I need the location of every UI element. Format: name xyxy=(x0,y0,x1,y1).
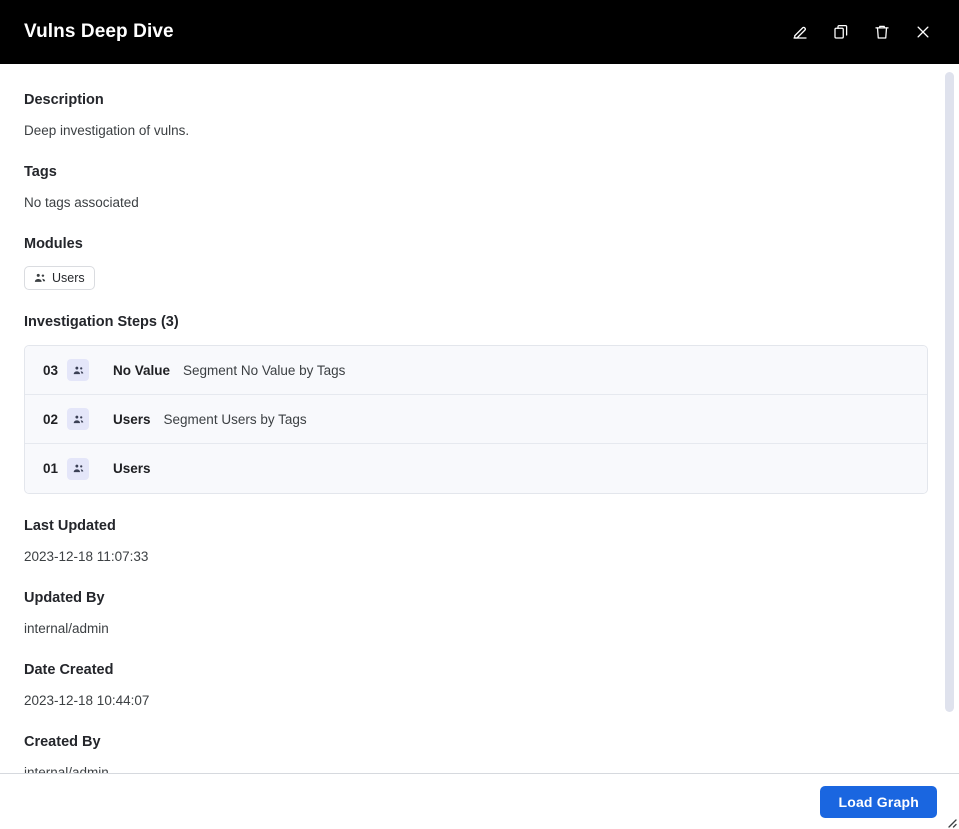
step-title: Users xyxy=(113,411,151,427)
date-created-label: Date Created xyxy=(24,662,114,678)
duplicate-icon xyxy=(832,23,850,41)
description-value: Deep investigation of vulns. xyxy=(24,123,190,138)
duplicate-button[interactable] xyxy=(825,16,857,48)
detail-panel-window: Vulns Deep Dive Description Deep investi… xyxy=(0,0,959,829)
panel-header: Vulns Deep Dive xyxy=(0,0,959,64)
module-chip-label: Users xyxy=(52,271,85,285)
load-graph-button[interactable]: Load Graph xyxy=(820,785,937,818)
table-row[interactable]: 01 Users xyxy=(25,444,927,493)
module-chip-users[interactable]: Users xyxy=(24,266,95,290)
step-description: Segment No Value by Tags xyxy=(183,362,346,378)
step-description: Segment Users by Tags xyxy=(163,411,307,427)
updated-by-label: Updated By xyxy=(24,590,105,606)
investigation-steps-label: Investigation Steps (3) xyxy=(24,314,179,330)
table-row[interactable]: 02 Users Segment Users by Tags xyxy=(25,395,927,444)
step-module-badge xyxy=(67,408,89,430)
modules-chip-list: Users xyxy=(24,266,935,290)
investigation-steps-list: 03 No Value Segment No Value by Tags 02 … xyxy=(24,345,928,494)
updated-by-value: internal/admin xyxy=(24,621,109,636)
detail-content: Description Deep investigation of vulns.… xyxy=(0,64,959,773)
created-by-label: Created By xyxy=(24,734,101,750)
group-icon xyxy=(72,364,85,377)
resize-handle[interactable] xyxy=(945,815,957,828)
edit-button[interactable] xyxy=(784,16,816,48)
step-title: No Value xyxy=(113,362,171,378)
table-row[interactable]: 03 No Value Segment No Value by Tags xyxy=(25,346,927,395)
detail-scroll-area[interactable]: Description Deep investigation of vulns.… xyxy=(0,64,959,773)
modules-label: Modules xyxy=(24,236,83,252)
trash-icon xyxy=(873,23,891,41)
step-module-badge xyxy=(67,457,89,480)
panel-footer: Load Graph xyxy=(0,773,959,829)
header-actions xyxy=(784,16,939,48)
edit-icon xyxy=(791,23,809,41)
close-button[interactable] xyxy=(907,16,939,48)
scrollbar[interactable] xyxy=(944,64,955,773)
delete-button[interactable] xyxy=(866,16,898,48)
last-updated-label: Last Updated xyxy=(24,518,116,534)
group-icon xyxy=(33,271,47,285)
step-module-badge xyxy=(67,359,89,381)
group-icon xyxy=(72,413,85,426)
close-icon xyxy=(914,23,932,41)
date-created-value: 2023-12-18 10:44:07 xyxy=(24,693,150,708)
page-title: Vulns Deep Dive xyxy=(24,21,174,42)
description-label: Description xyxy=(24,92,104,108)
tags-value: No tags associated xyxy=(24,195,139,210)
last-updated-value: 2023-12-18 11:07:33 xyxy=(24,549,149,564)
scrollbar-thumb[interactable] xyxy=(945,72,954,712)
tags-label: Tags xyxy=(24,164,57,180)
created-by-value: internal/admin xyxy=(24,765,109,773)
step-number: 03 xyxy=(43,362,59,378)
step-number: 01 xyxy=(43,461,59,476)
step-number: 02 xyxy=(43,411,59,427)
group-icon xyxy=(72,462,85,475)
step-title: Users xyxy=(113,461,151,476)
